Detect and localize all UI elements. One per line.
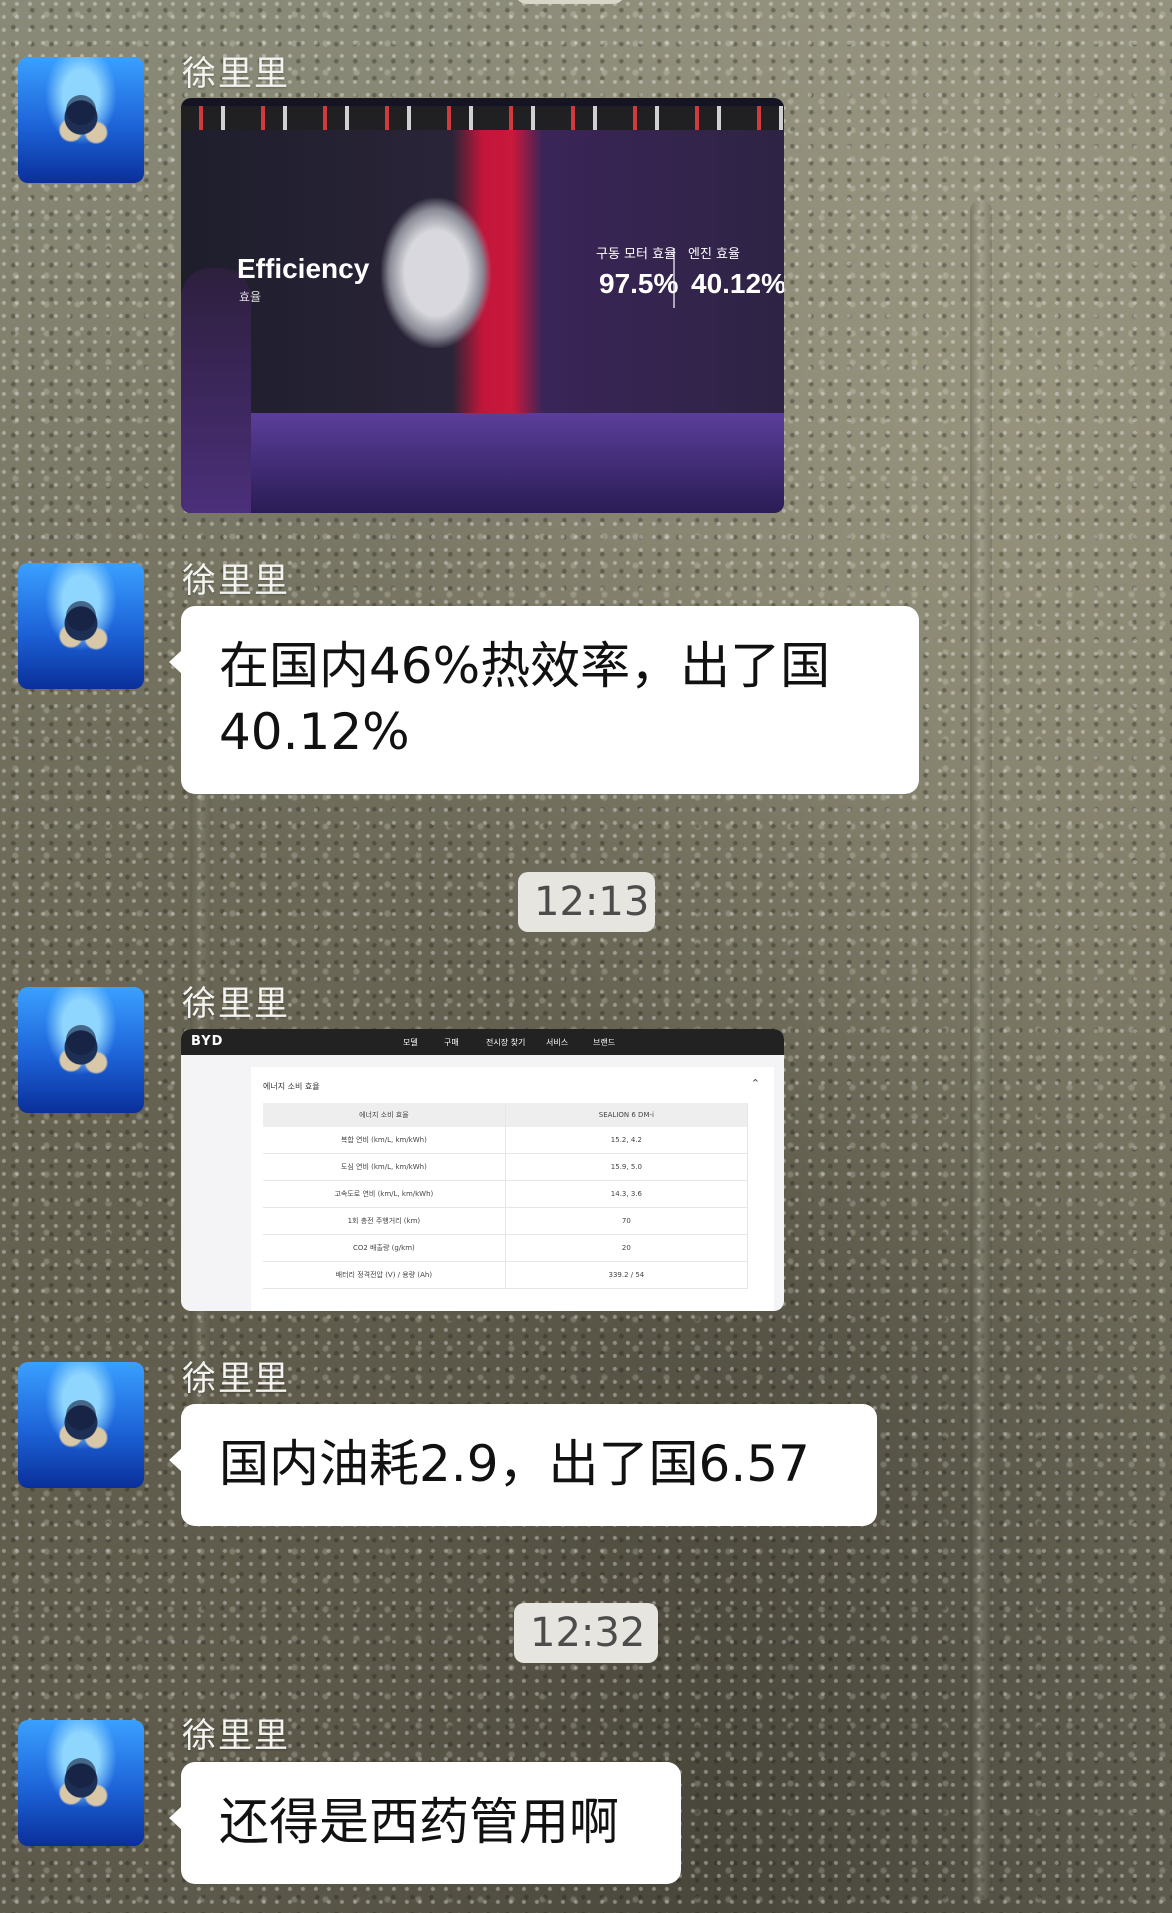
table-cell: 14.3, 3.6 bbox=[505, 1180, 749, 1208]
nav-item: 전시장 찾기 bbox=[486, 1038, 526, 1047]
avatar[interactable] bbox=[18, 563, 144, 689]
nav-item: 브랜드 bbox=[593, 1038, 616, 1047]
sender-name: 徐里里 bbox=[182, 1716, 290, 1756]
table-header: SEALION 6 DM-i bbox=[505, 1103, 749, 1127]
swimmer-icon bbox=[66, 1024, 96, 1055]
message-row: 徐里里 BYD 모델 구매 전시장 찾기 서비스 브랜드 에너지 소비 효율 ⌃… bbox=[0, 0, 1172, 1311]
table-row: 도심 연비 (km/L, km/kWh) 15.9, 5.0 bbox=[263, 1153, 749, 1181]
text-message[interactable]: 国内油耗2.9，出了国6.57 bbox=[169, 1404, 877, 1526]
table-cell: CO2 배출량 (g/km) bbox=[263, 1234, 506, 1262]
table-header-row: 에너지 소비 효율 SEALION 6 DM-i bbox=[263, 1103, 749, 1127]
spec-table: 에너지 소비 효율 SEALION 6 DM-i 복합 연비 (km/L, km… bbox=[263, 1103, 749, 1289]
spec-panel: 에너지 소비 효율 ⌃ 에너지 소비 효율 SEALION 6 DM-i 복합 … bbox=[251, 1067, 774, 1311]
nav-item: 서비스 bbox=[546, 1038, 569, 1047]
table-row: CO2 배출량 (g/km) 20 bbox=[263, 1234, 749, 1262]
table-cell: 15.9, 5.0 bbox=[505, 1153, 749, 1181]
table-cell: 20 bbox=[505, 1234, 749, 1262]
swimmer-icon bbox=[66, 1757, 96, 1788]
text-message[interactable]: 在国内46%热效率，出了国 40.12% bbox=[169, 606, 919, 794]
nav-item: 구매 bbox=[444, 1038, 459, 1047]
sender-name: 徐里里 bbox=[182, 561, 290, 601]
table-cell: 339.2 / 54 bbox=[505, 1261, 749, 1289]
background-streak bbox=[970, 200, 992, 1900]
swimmer-icon bbox=[66, 1399, 96, 1430]
byd-logo: BYD bbox=[191, 1034, 224, 1049]
table-header: 에너지 소비 효율 bbox=[263, 1103, 506, 1127]
avatar[interactable] bbox=[18, 987, 144, 1113]
image-message[interactable]: BYD 모델 구매 전시장 찾기 서비스 브랜드 에너지 소비 효율 ⌃ 에너지… bbox=[181, 1029, 784, 1311]
sender-name: 徐里里 bbox=[182, 984, 290, 1024]
table-cell: 복합 연비 (km/L, km/kWh) bbox=[263, 1127, 506, 1154]
table-cell: 도심 연비 (km/L, km/kWh) bbox=[263, 1153, 506, 1181]
message-text-line: 在国内46%热效率，出了国 bbox=[219, 637, 831, 695]
chevron-up-icon: ⌃ bbox=[750, 1077, 760, 1090]
timestamp: 12:32 bbox=[514, 1603, 658, 1663]
section-title: 에너지 소비 효율 bbox=[263, 1082, 320, 1091]
avatar[interactable] bbox=[18, 1720, 144, 1846]
timestamp: 12:13 bbox=[518, 872, 655, 932]
swimmer-icon bbox=[66, 600, 96, 631]
message-text: 国内油耗2.9，出了国6.57 bbox=[219, 1435, 810, 1493]
message-text-line: 40.12% bbox=[219, 703, 410, 761]
table-row: 1회 충전 주행거리 (km) 70 bbox=[263, 1207, 749, 1235]
sender-name: 徐里里 bbox=[182, 1359, 290, 1399]
table-cell: 배터리 정격전압 (V) / 용량 (Ah) bbox=[263, 1261, 506, 1289]
table-cell: 15.2, 4.2 bbox=[505, 1127, 749, 1154]
stage-floor bbox=[181, 413, 784, 513]
nav-item: 모델 bbox=[403, 1038, 418, 1047]
table-cell: 70 bbox=[505, 1207, 749, 1235]
avatar[interactable] bbox=[18, 1362, 144, 1488]
table-row: 배터리 정격전압 (V) / 용량 (Ah) 339.2 / 54 bbox=[263, 1261, 749, 1289]
text-message[interactable]: 还得是西药管用啊 bbox=[169, 1762, 681, 1884]
message-text: 还得是西药管用啊 bbox=[219, 1793, 619, 1851]
table-row: 복합 연비 (km/L, km/kWh) 15.2, 4.2 bbox=[263, 1127, 749, 1154]
site-nav: BYD 모델 구매 전시장 찾기 서비스 브랜드 bbox=[181, 1029, 784, 1055]
table-cell: 고속도로 연비 (km/L, km/kWh) bbox=[263, 1180, 506, 1208]
image-headline-sub: 효율 bbox=[239, 290, 262, 304]
table-cell: 1회 충전 주행거리 (km) bbox=[263, 1207, 506, 1235]
table-row: 고속도로 연비 (km/L, km/kWh) 14.3, 3.6 bbox=[263, 1180, 749, 1208]
